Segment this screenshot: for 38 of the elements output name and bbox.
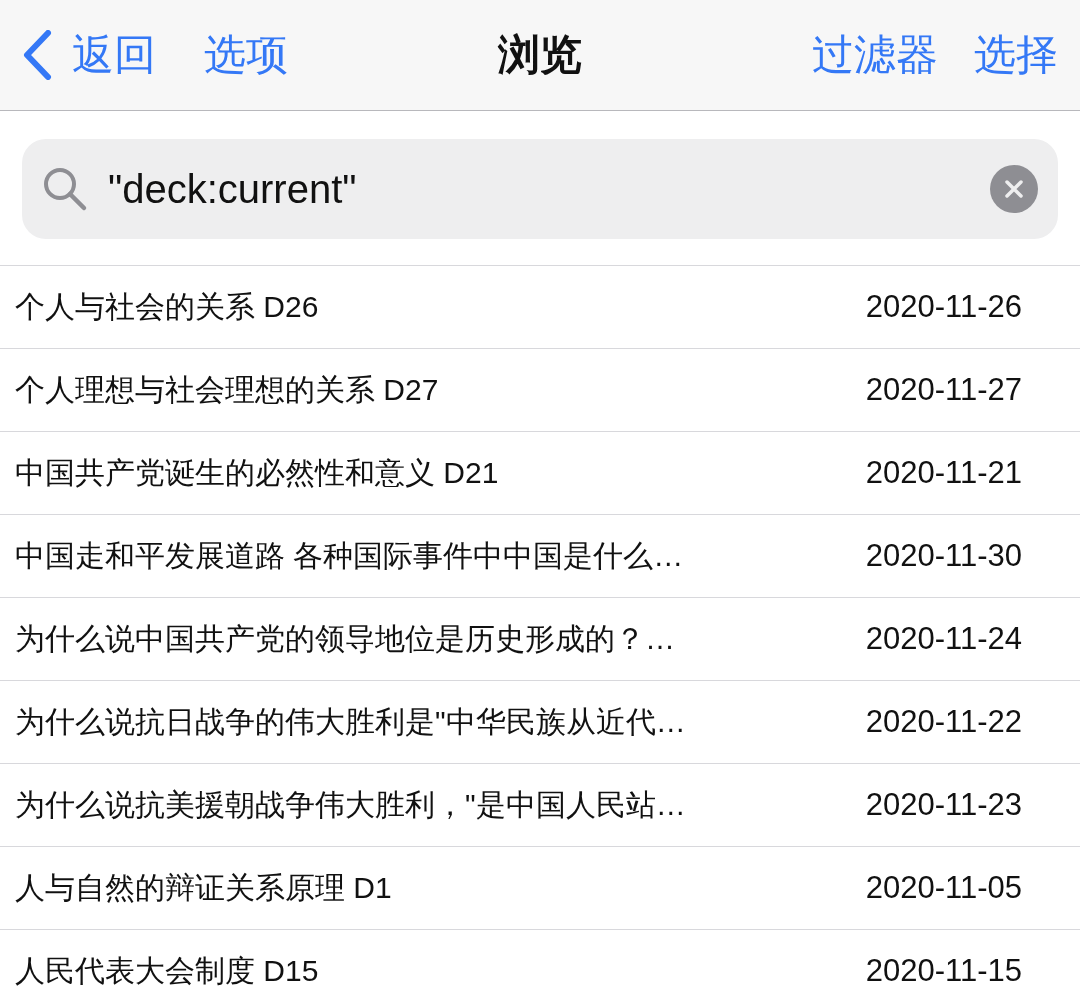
card-title: 人民代表大会制度 D15 — [15, 952, 319, 989]
card-title: 中国走和平发展道路 各种国际事件中中国是什么… — [15, 537, 684, 574]
search-icon — [42, 166, 88, 212]
card-date: 2020-11-24 — [865, 621, 1022, 657]
card-title: 为什么说抗美援朝战争伟大胜利，"是中国人民站… — [15, 786, 686, 823]
card-row[interactable]: 为什么说中国共产党的领导地位是历史形成的？… 2020-11-24 — [0, 598, 1080, 681]
page-title: 浏览 — [498, 31, 582, 78]
card-row[interactable]: 人民代表大会制度 D15 2020-11-15 — [0, 930, 1080, 996]
card-title: 为什么说抗日战争的伟大胜利是"中华民族从近代… — [15, 703, 686, 740]
card-row[interactable]: 为什么说抗日战争的伟大胜利是"中华民族从近代… 2020-11-22 — [0, 681, 1080, 764]
card-row[interactable]: 人与自然的辩证关系原理 D1 2020-11-05 — [0, 847, 1080, 930]
card-date: 2020-11-26 — [865, 289, 1022, 325]
search-input[interactable]: "deck:current" — [106, 165, 972, 213]
card-date: 2020-11-27 — [865, 372, 1022, 408]
card-title: 人与自然的辩证关系原理 D1 — [15, 869, 392, 906]
filter-button[interactable]: 过滤器 — [812, 27, 938, 83]
card-row[interactable]: 为什么说抗美援朝战争伟大胜利，"是中国人民站… 2020-11-23 — [0, 764, 1080, 847]
card-date: 2020-11-21 — [865, 455, 1022, 491]
back-button[interactable]: 返回 — [22, 27, 156, 83]
card-date: 2020-11-05 — [865, 870, 1022, 906]
close-icon — [1004, 179, 1024, 199]
card-date: 2020-11-15 — [865, 953, 1022, 989]
back-chevron-icon — [22, 30, 52, 80]
select-button[interactable]: 选择 — [974, 27, 1058, 83]
card-date: 2020-11-22 — [865, 704, 1022, 740]
card-row[interactable]: 个人与社会的关系 D26 2020-11-26 — [0, 266, 1080, 349]
card-title: 中国共产党诞生的必然性和意义 D21 — [15, 454, 499, 491]
card-row[interactable]: 个人理想与社会理想的关系 D27 2020-11-27 — [0, 349, 1080, 432]
clear-button[interactable] — [990, 165, 1038, 213]
card-date: 2020-11-23 — [865, 787, 1022, 823]
card-date: 2020-11-30 — [865, 538, 1022, 574]
card-title: 为什么说中国共产党的领导地位是历史形成的？… — [15, 620, 675, 657]
card-title: 个人与社会的关系 D26 — [15, 288, 319, 325]
card-row[interactable]: 中国走和平发展道路 各种国际事件中中国是什么… 2020-11-30 — [0, 515, 1080, 598]
card-title: 个人理想与社会理想的关系 D27 — [15, 371, 439, 408]
search-field[interactable]: "deck:current" — [22, 139, 1058, 239]
options-button[interactable]: 选项 — [204, 27, 288, 83]
card-row[interactable]: 中国共产党诞生的必然性和意义 D21 2020-11-21 — [0, 432, 1080, 515]
